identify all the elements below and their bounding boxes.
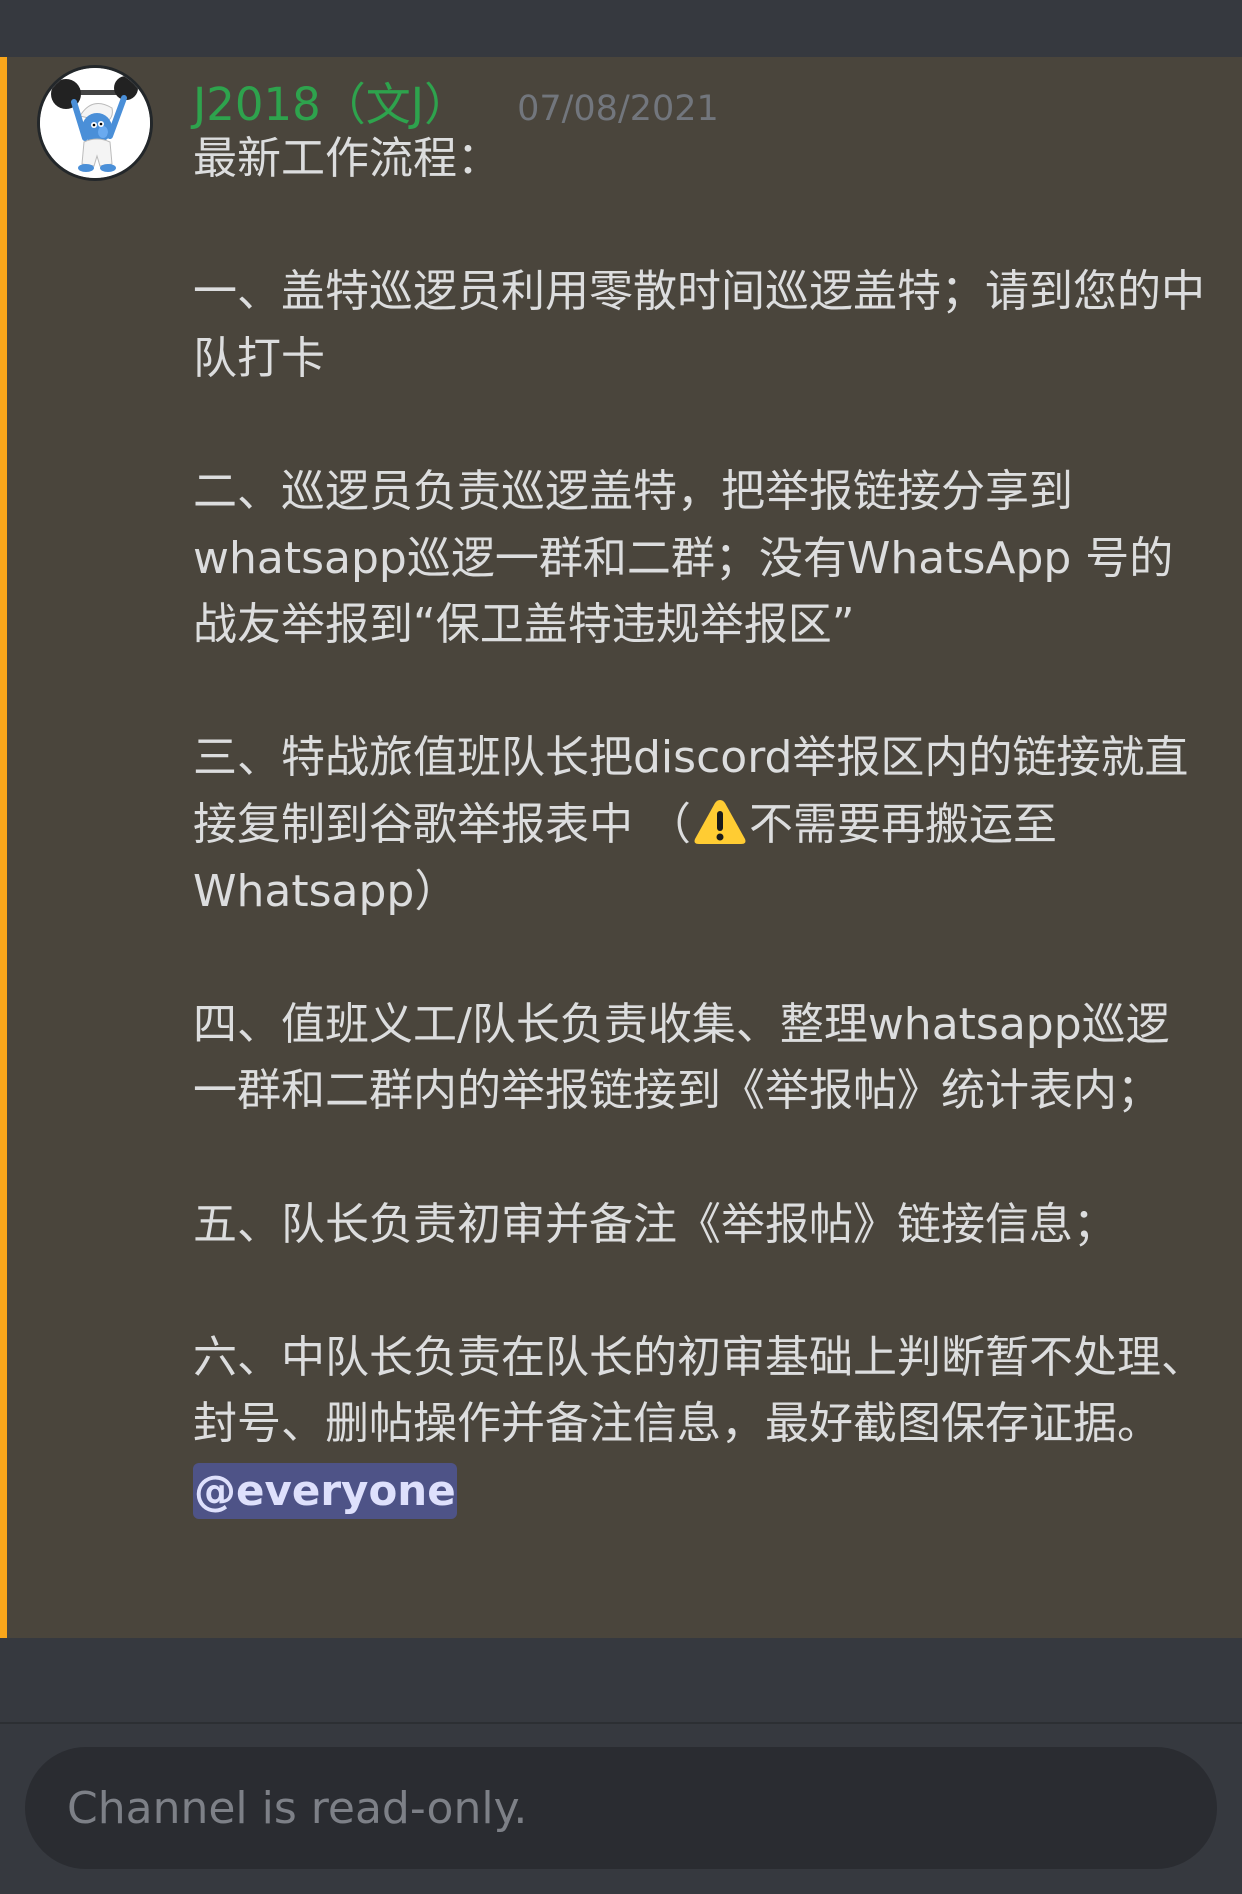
mention-highlight-bar — [0, 57, 7, 1638]
step-4: 四、值班义工/队长负责收集、整理whatsapp巡逻一群和二群内的举报链接到《举… — [193, 998, 1170, 1117]
step-3: 三、特战旅值班队长把discord举报区内的链接就直接复制到谷歌举报表中 （不需… — [193, 725, 1211, 925]
top-strip — [0, 0, 1242, 57]
message[interactable]: J2018（文J） 07/08/2021 最新工作流程： 一、盖特巡逻员利用零散… — [0, 57, 1242, 1638]
smurf-avatar-icon[interactable] — [37, 65, 153, 181]
step-5: 五、队长负责初审并备注《举报帖》链接信息； — [193, 1198, 1117, 1250]
everyone-mention[interactable]: @everyone — [193, 1462, 457, 1519]
timestamp: 07/08/2021 — [517, 89, 719, 129]
step-1: 一、盖特巡逻员利用零散时间巡逻盖特；请到您的中队打卡 — [193, 266, 1205, 384]
message-content: 最新工作流程： 一、盖特巡逻员利用零散时间巡逻盖特；请到您的中队打卡 二、巡逻员… — [193, 126, 1211, 1524]
message-title: 最新工作流程： — [193, 133, 501, 184]
message-input[interactable]: Channel is read-only. — [25, 1747, 1217, 1869]
read-only-placeholder: Channel is read-only. — [67, 1782, 528, 1834]
warning-icon — [693, 797, 747, 847]
step-2: 二、巡逻员负责巡逻盖特，把举报链接分享到whatsapp巡逻一群和二群；没有Wh… — [193, 465, 1174, 651]
step-6: 六、中队长负责在队长的初审基础上判断暂不处理、封号、删帖操作并备注信息，最好截图… — [193, 1331, 1205, 1450]
composer: Channel is read-only. — [0, 1724, 1242, 1894]
